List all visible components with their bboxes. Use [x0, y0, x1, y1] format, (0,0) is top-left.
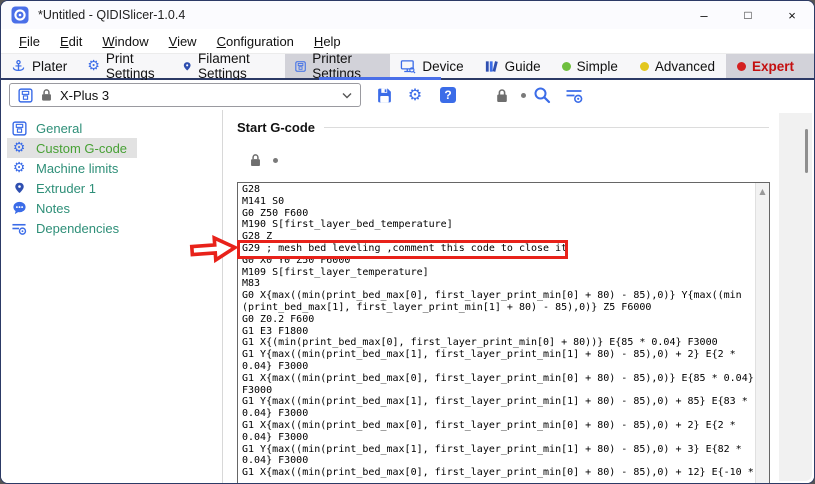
mode-label: Expert [752, 59, 794, 74]
search-icon [533, 86, 551, 104]
titlebar: *Untitled - QIDISlicer-1.0.4 – □ × [1, 1, 814, 29]
preset-options-button[interactable]: ⚙ [405, 85, 425, 105]
page-scrollbar[interactable] [779, 113, 812, 481]
printer-icon [18, 88, 33, 103]
tab-label: Plater [32, 59, 67, 74]
section-divider [324, 127, 769, 128]
save-preset-button[interactable] [374, 85, 394, 105]
sidebar-item-label: Custom G-code [36, 141, 127, 156]
annotation-arrow-icon [188, 232, 240, 265]
section-title: Start G-code [237, 120, 315, 135]
section-header: Start G-code [237, 120, 814, 135]
window-title: *Untitled - QIDISlicer-1.0.4 [38, 8, 185, 22]
save-icon [376, 87, 393, 104]
tab-guide[interactable]: Guide [474, 54, 551, 78]
mode-advanced[interactable]: Advanced [629, 54, 726, 78]
sidebar-item-dependencies[interactable]: Dependencies [7, 218, 129, 238]
gear-icon: ⚙ [408, 88, 422, 102]
settings-sidebar: General ⚙ Custom G-code ⚙ Machine limits… [1, 110, 223, 484]
mode-selector: Simple Advanced Expert [551, 54, 814, 78]
menu-view[interactable]: View [159, 32, 207, 51]
lock-icon [40, 88, 53, 102]
dot-icon[interactable] [273, 158, 278, 163]
simple-dot-icon [562, 62, 571, 71]
menu-file[interactable]: File [9, 32, 50, 51]
printer-icon [11, 121, 27, 136]
tab-filament-settings[interactable]: Filament Settings [172, 54, 286, 78]
maximize-button[interactable]: □ [726, 1, 770, 29]
tab-label: Filament Settings [198, 51, 275, 81]
tab-plater[interactable]: Plater [1, 54, 77, 78]
advanced-dot-icon [640, 62, 649, 71]
filament-pin-icon [182, 59, 192, 74]
sidebar-item-custom-gcode[interactable]: ⚙ Custom G-code [7, 138, 137, 158]
gear-icon: ⚙ [11, 141, 27, 155]
mode-label: Simple [577, 59, 618, 74]
tab-printer-settings[interactable]: Printer Settings [285, 54, 390, 78]
gear-icon: ⚙ [87, 59, 100, 73]
plater-icon [11, 59, 26, 74]
lock-state-dot [513, 85, 533, 105]
setting-lock-row [249, 152, 814, 168]
compare-settings-button[interactable] [564, 85, 584, 105]
selected-tab-underline [319, 77, 441, 80]
sidebar-item-label: Machine limits [36, 161, 118, 176]
tab-label: Print Settings [106, 51, 162, 81]
preset-name: X-Plus 3 [60, 88, 109, 103]
tab-label: Guide [505, 59, 541, 74]
lock-all-button[interactable] [492, 85, 512, 105]
gcode-scrollbar[interactable]: ▲ [755, 183, 769, 484]
scroll-up-arrow-icon[interactable]: ▲ [756, 187, 769, 196]
guide-books-icon [484, 59, 499, 74]
dependencies-icon [11, 221, 27, 236]
sidebar-item-general[interactable]: General [7, 118, 92, 138]
sidebar-item-label: General [36, 121, 82, 136]
close-button[interactable]: × [770, 1, 814, 29]
annotation-highlight-rect [237, 240, 568, 259]
dot-icon [521, 93, 526, 98]
tab-print-settings[interactable]: ⚙ Print Settings [77, 54, 171, 78]
menu-edit[interactable]: Edit [50, 32, 92, 51]
sidebar-item-machine-limits[interactable]: ⚙ Machine limits [7, 158, 128, 178]
start-gcode-text[interactable]: G28 M141 S0 G0 Z50 F600 M190 S[first_lay… [242, 184, 754, 484]
help-icon: ? [440, 87, 456, 103]
minimize-button[interactable]: – [682, 1, 726, 29]
expert-dot-icon [737, 62, 746, 71]
device-monitor-icon [400, 59, 416, 74]
mode-label: Advanced [655, 59, 715, 74]
printer-preset-combo[interactable]: X-Plus 3 [9, 83, 361, 107]
menu-help[interactable]: Help [304, 32, 351, 51]
search-button[interactable] [532, 85, 552, 105]
settings-body: General ⚙ Custom G-code ⚙ Machine limits… [1, 110, 814, 484]
custom-gcode-page: Start G-code G28 M141 S0 G0 Z50 F600 M19… [223, 110, 814, 484]
gear-icon: ⚙ [11, 161, 27, 175]
compare-settings-icon [565, 87, 583, 104]
filament-pin-icon [11, 181, 27, 195]
menu-window[interactable]: Window [92, 32, 158, 51]
app-logo-icon [11, 6, 29, 24]
printer-icon [295, 59, 306, 74]
mode-expert[interactable]: Expert [726, 54, 814, 78]
chevron-down-icon [342, 92, 352, 99]
preset-toolbar: X-Plus 3 ⚙ ? [1, 80, 814, 110]
menu-configuration[interactable]: Configuration [207, 32, 304, 51]
app-window: *Untitled - QIDISlicer-1.0.4 – □ × File … [0, 0, 815, 484]
start-gcode-editor[interactable]: G28 M141 S0 G0 Z50 F600 M190 S[first_lay… [237, 182, 770, 484]
window-controls: – □ × [682, 1, 814, 29]
mode-simple[interactable]: Simple [551, 54, 629, 78]
sidebar-item-notes[interactable]: Notes [7, 198, 80, 218]
help-button[interactable]: ? [438, 85, 458, 105]
lock-icon[interactable] [249, 153, 262, 167]
tab-device[interactable]: Device [390, 54, 473, 78]
tab-label: Device [422, 59, 463, 74]
sidebar-item-label: Dependencies [36, 221, 119, 236]
lock-icon [495, 88, 509, 103]
page-scrollbar-thumb[interactable] [805, 129, 808, 173]
sidebar-item-extruder-1[interactable]: Extruder 1 [7, 178, 106, 198]
tab-strip: Plater ⚙ Print Settings Filament Setting… [1, 54, 814, 80]
sidebar-item-label: Notes [36, 201, 70, 216]
notes-bubble-icon [11, 201, 27, 215]
sidebar-item-label: Extruder 1 [36, 181, 96, 196]
